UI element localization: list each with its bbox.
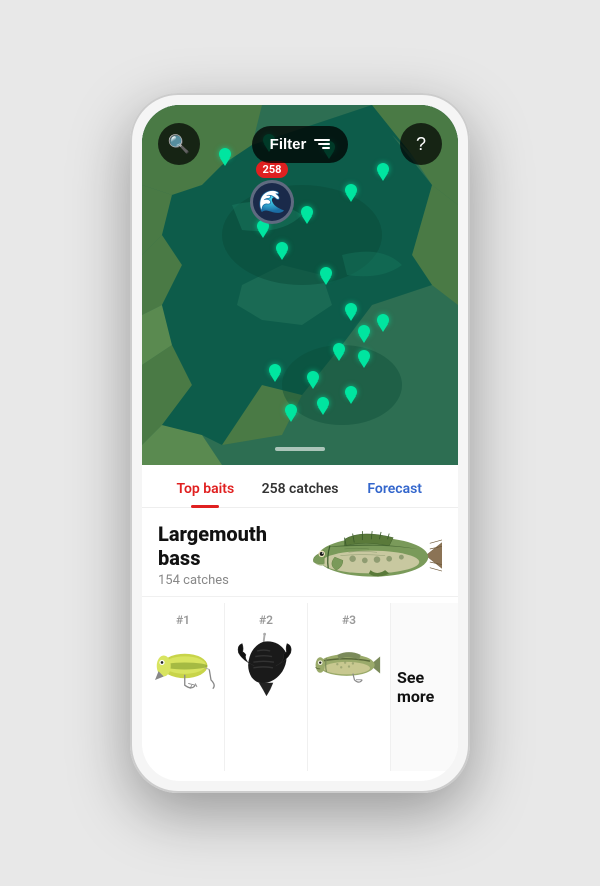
bait-rank-1: #1	[176, 613, 190, 627]
map-pin[interactable]	[357, 325, 371, 343]
fish-image	[312, 523, 442, 588]
search-button[interactable]: 🔍	[158, 123, 200, 165]
cluster-marker[interactable]: 258 🌊	[250, 161, 294, 224]
map-pin[interactable]	[284, 404, 298, 422]
fish-catches-count: 154 catches	[158, 573, 304, 588]
map-pin[interactable]	[344, 386, 358, 404]
phone-screen: 258 🌊 🔍 Filter	[142, 105, 458, 781]
map-pin[interactable]	[306, 371, 320, 389]
map-pin[interactable]	[344, 303, 358, 321]
fish-text: Largemouth bass 154 catches	[158, 522, 304, 588]
map-pin[interactable]	[316, 397, 330, 415]
filter-button[interactable]: Filter	[252, 126, 349, 163]
map-pin[interactable]	[300, 206, 314, 224]
tab-top-baits[interactable]: Top baits	[158, 469, 253, 507]
wave-icon: 🌊	[258, 190, 285, 215]
map-pin[interactable]	[268, 364, 282, 382]
bait-rank-2: #2	[259, 613, 273, 627]
map-section: 258 🌊 🔍 Filter	[142, 105, 458, 465]
help-button[interactable]: ?	[400, 123, 442, 165]
bait-image-2	[231, 635, 301, 695]
tab-bar: Top baits 258 catches Forecast	[142, 465, 458, 508]
tab-catches[interactable]: 258 catches	[253, 469, 348, 507]
fish-info: Largemouth bass 154 catches	[142, 508, 458, 596]
map-pin[interactable]	[376, 163, 390, 181]
fish-svg	[312, 523, 442, 588]
baits-row: #1	[142, 596, 458, 781]
fish-name: Largemouth bass	[158, 522, 304, 570]
map-pin[interactable]	[319, 267, 333, 285]
help-icon: ?	[416, 134, 426, 155]
bait-image-3	[314, 635, 384, 695]
map-pin[interactable]	[344, 184, 358, 202]
map-header: 🔍 Filter ?	[142, 123, 458, 165]
scroll-indicator	[275, 447, 325, 451]
map-pin[interactable]	[376, 314, 390, 332]
bait-item-1[interactable]: #1	[142, 603, 225, 771]
bait-item-3[interactable]: #3	[308, 603, 391, 771]
map-pin[interactable]	[332, 343, 346, 361]
cluster-icon: 🌊	[250, 180, 294, 224]
filter-icon	[314, 139, 330, 149]
phone-frame: 258 🌊 🔍 Filter	[130, 93, 470, 793]
filter-label: Filter	[270, 136, 307, 153]
bottom-panel: Top baits 258 catches Forecast Largemout…	[142, 465, 458, 781]
see-more-label: See more	[397, 668, 452, 706]
bait-item-2[interactable]: #2	[225, 603, 308, 771]
search-icon: 🔍	[168, 134, 190, 155]
bait-image-1	[148, 635, 218, 695]
map-background: 258 🌊 🔍 Filter	[142, 105, 458, 465]
map-pin[interactable]	[357, 350, 371, 368]
see-more-button[interactable]: See more	[391, 603, 458, 771]
map-pin[interactable]	[275, 242, 289, 260]
bait-rank-3: #3	[342, 613, 356, 627]
tab-forecast[interactable]: Forecast	[347, 469, 442, 507]
